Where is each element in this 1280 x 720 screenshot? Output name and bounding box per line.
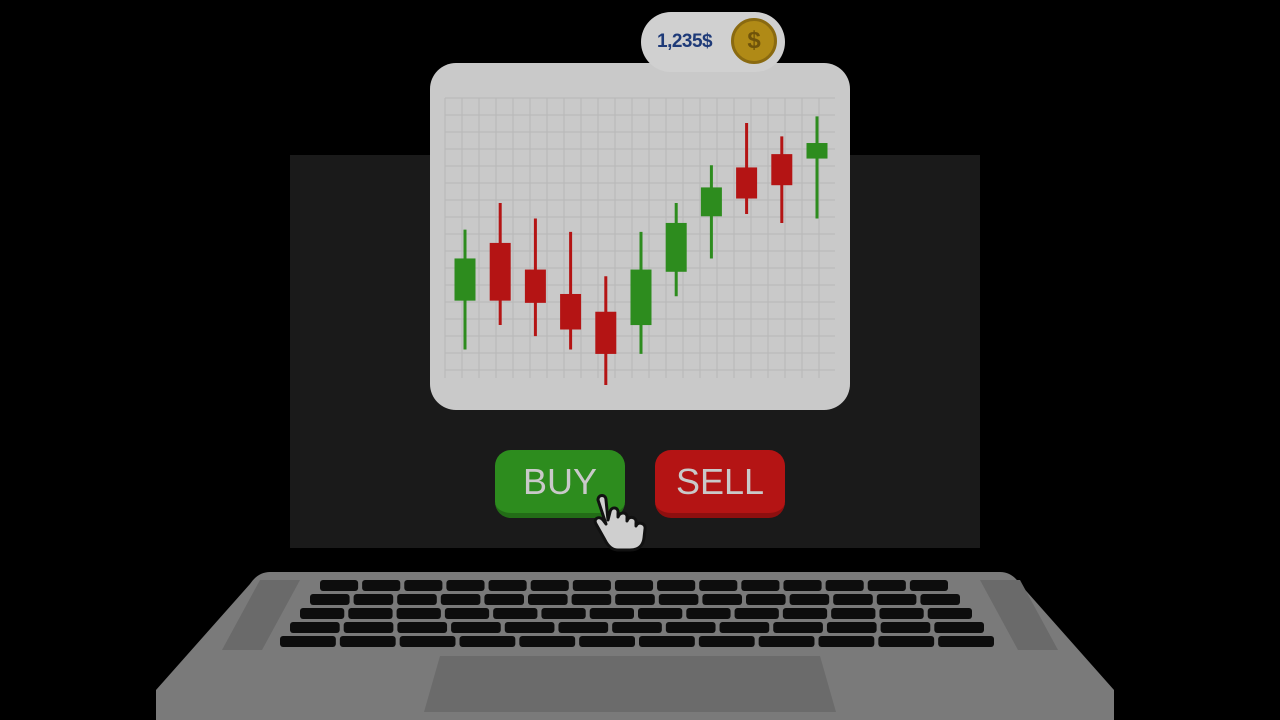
keyboard-key [484,594,524,605]
keyboard-key [488,580,527,591]
keyboard-key [686,608,731,619]
keyboard-key [541,608,586,619]
keyboard-key [404,580,443,591]
keyboard-key [698,636,755,647]
candle-body [736,167,758,199]
candlestick-chart [430,63,850,410]
keyboard-key [493,608,538,619]
keyboard-key [833,594,873,605]
candle-body [771,154,793,186]
candle-body [595,311,617,354]
keyboard-key [572,580,611,591]
keyboard-key [396,608,441,619]
candle-body [700,187,722,217]
keyboard-key [658,594,699,605]
keyboard-key [290,622,340,633]
sell-button[interactable]: SELL [655,450,785,518]
keyboard-key [876,594,917,605]
keyboard-key [702,594,742,605]
keyboard-key [348,608,393,619]
keyboard-key [399,636,456,647]
keyboard-key [343,622,394,633]
candle-body [806,143,828,159]
keyboard-key [589,608,634,619]
keyboard-key [909,580,948,591]
dollar-coin-icon: $ [731,18,777,64]
keyboard-key [440,594,481,605]
keyboard-key [310,594,350,605]
keyboard-key [826,622,877,633]
balance-amount: 1,235$ [657,31,713,52]
keyboard-key [353,594,394,605]
keyboard-key [825,580,864,591]
balance-badge: 1,235$ $ [641,12,785,72]
keyboard-key [638,608,683,619]
keyboard-key [782,608,828,619]
candle-body [524,269,546,303]
keyboard-key [571,594,612,605]
keyboard-key [530,580,569,591]
keyboard-key [867,580,906,591]
candle [489,202,511,326]
keyboard-key [397,622,448,633]
keyboard-key [300,608,345,619]
keyboard-key [758,636,815,647]
keyboard-key [783,580,822,591]
candle-body [489,242,511,301]
hand-pointer-icon [593,494,647,552]
keyboard-key [880,622,931,633]
keyboard-key [920,594,960,605]
keyboard-key [339,636,396,647]
candle-body [665,222,687,272]
chart-canvas [444,97,835,385]
keyboard-key [789,594,830,605]
keyboard-key [558,622,609,633]
keyboard-key [938,636,994,647]
keyboard-key [665,622,716,633]
keyboard-key [519,636,576,647]
candle [560,231,582,350]
keyboard-key [614,580,654,591]
keyboard-key [878,636,935,647]
keyboard-key [927,608,972,619]
keyboard-key [320,580,359,591]
buy-button-label: BUY [522,460,598,502]
keyboard-key [362,580,401,591]
candle [454,229,476,350]
keyboard-key [451,622,501,633]
keyboard-key [446,580,485,591]
keyboard-key [657,580,696,591]
candle-body [630,269,652,326]
laptop-keyboard [156,572,1114,720]
keyboard-key [699,580,738,591]
keyboard-key [818,636,875,647]
sell-button-label: SELL [675,460,765,502]
keyboard-key [734,608,779,619]
keyboard-key [397,594,437,605]
keyboard-key [612,622,662,633]
trading-scene: 1,235$ $ BUY SELL [0,0,1280,720]
keyboard-key [934,622,984,633]
keyboard-key [879,608,924,619]
keyboard-key [639,636,695,647]
coin-symbol: $ [747,27,761,54]
keyboard-key [831,608,876,619]
keyboard-key [773,622,823,633]
keyboard-key [719,622,770,633]
keyboard-key [444,608,490,619]
keyboard-key [459,636,516,647]
keyboard-key [741,580,780,591]
keyboard-key [746,594,786,605]
candle-body [454,258,476,301]
keyboard-key [280,636,336,647]
keyboard-key [579,636,635,647]
keyboard-key [615,594,655,605]
candle-body [560,293,582,330]
keyboard-key [504,622,555,633]
keyboard-key [528,594,568,605]
candle [700,165,722,259]
